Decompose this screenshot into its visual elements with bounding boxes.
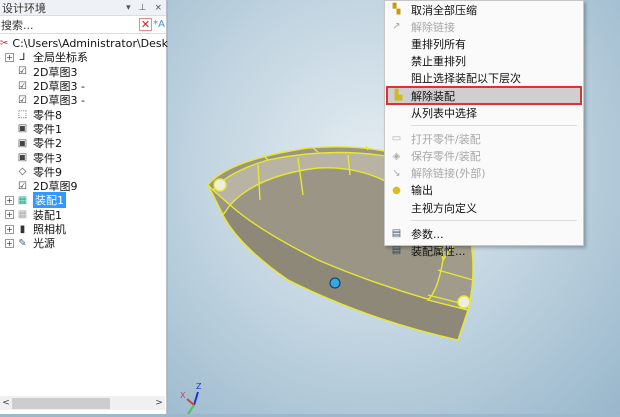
part-box-icon: ⬚ <box>17 109 28 121</box>
menu-item[interactable]: ▙ 解除装配 <box>386 85 582 106</box>
menu-separator <box>411 125 577 127</box>
unlink-external-icon: ↘ <box>392 167 401 179</box>
tree-item[interactable]: + ▦ 装配1 <box>0 192 166 209</box>
menu-item-label: 从列表中选择 <box>411 106 477 120</box>
menu-item[interactable]: ↘ 解除链接(外部) <box>385 165 583 182</box>
tree-item[interactable]: ☑ 2D草图3 - <box>0 79 166 93</box>
pivot-marker <box>329 277 341 289</box>
design-tree: ✂ C:\Users\Administrator\Desktop\ + ⅃ 全局坐标系 ☑… <box>0 34 190 251</box>
menu-item-label: 解除链接(外部) <box>411 167 486 181</box>
menu-separator <box>411 220 577 222</box>
menu-item-label: 输出 <box>411 184 433 198</box>
expand-icon[interactable]: + <box>5 238 14 248</box>
tree-item-label: 光源 <box>33 237 55 251</box>
menu-item-label: 打开零件/装配 <box>411 132 481 146</box>
sketch-icon: ☑ <box>18 66 27 78</box>
disassemble-icon: ▙ <box>394 89 403 101</box>
menu-item-label: 重排列所有 <box>411 37 466 51</box>
open-folder-icon: ▭ <box>391 133 402 145</box>
dropdown-icon[interactable]: ▾ <box>126 3 131 13</box>
sketch-icon: ☑ <box>18 94 27 106</box>
light-icon: ✎ <box>18 237 27 249</box>
menu-item-label: 阻止选择装配以下层次 <box>411 72 521 86</box>
menu-item[interactable]: ▤ 参数... <box>385 225 583 242</box>
part-icon: ▣ <box>17 137 28 149</box>
axis-z-label: Z <box>196 382 202 391</box>
axis-triad: Z X <box>180 382 202 415</box>
coordinate-system-icon: ⅃ <box>19 51 26 63</box>
tree-item[interactable]: ☑ 2D草图3 <box>0 65 166 79</box>
menu-item-label: 禁止重排列 <box>411 55 466 69</box>
scroll-left-icon[interactable]: < <box>0 398 12 408</box>
menu-item-label: 取消全部压缩 <box>411 3 477 17</box>
scroll-right-icon[interactable]: > <box>153 398 165 408</box>
tree-item[interactable]: ✂ C:\Users\Administrator\Desktop\ <box>0 36 190 50</box>
close-icon[interactable]: × <box>154 3 162 13</box>
part-icon: ▣ <box>17 152 28 164</box>
tree-item[interactable]: + ▮ 照相机 <box>0 222 166 236</box>
menu-item-label: 参数... <box>411 227 444 241</box>
clear-search-icon[interactable]: ✕ <box>139 18 152 31</box>
panel-title: 设计环境 <box>2 1 46 15</box>
menu-item-label: 保存零件/装配 <box>411 150 481 164</box>
assembly-gray-icon: ▦ <box>17 209 28 221</box>
tree-item[interactable]: + ⅃ 全局坐标系 <box>0 50 166 64</box>
tree-item[interactable]: ☑ 2D草图3 - <box>0 93 166 107</box>
assembly-icon: ▦ <box>17 194 28 206</box>
expand-icon[interactable]: + <box>5 224 14 234</box>
axis-x-label: X <box>180 391 186 400</box>
expand-icon[interactable]: + <box>5 195 14 205</box>
menu-item[interactable]: 重排列所有 <box>385 35 583 52</box>
tree-item[interactable]: ▣ 零件3 <box>0 150 166 165</box>
menu-item[interactable]: ▚ 取消全部压缩 <box>385 1 583 18</box>
context-menu: ▚ 取消全部压缩 ↗ 解除链接重排列所有禁止重排列阻止选择装配以下层次 ▙ 解除装配从列表… <box>384 0 584 258</box>
sketch-icon: ☑ <box>18 80 27 92</box>
panel-title-bar: 设计环境 ▾ ⊥ × <box>0 0 166 16</box>
menu-item[interactable]: ▤ 装配属性... <box>385 242 583 259</box>
menu-item[interactable]: 主视方向定义 <box>385 199 583 216</box>
assembly-root-icon: ✂ <box>0 37 9 49</box>
menu-item-label: 装配属性... <box>411 245 466 259</box>
expand-icon[interactable]: + <box>5 210 14 220</box>
tree-item[interactable]: ◇ 零件9 <box>0 165 166 179</box>
tree-item-label: C:\Users\Administrator\Desktop\ <box>12 36 190 50</box>
export-icon: ● <box>392 184 401 196</box>
menu-item-label: 解除装配 <box>411 89 455 103</box>
tree-item[interactable]: ☑ 2D草图9 <box>0 179 166 193</box>
menu-item[interactable]: 禁止重排列 <box>385 53 583 70</box>
sketch-icon: ☑ <box>18 180 27 192</box>
part-icon: ▣ <box>17 123 28 135</box>
horizontal-scrollbar[interactable]: < > <box>0 396 165 410</box>
tree-item[interactable]: + ▦ 装配1 <box>0 208 166 222</box>
expand-icon[interactable]: + <box>5 52 14 62</box>
tree-item[interactable]: ▣ 零件1 <box>0 122 166 136</box>
design-environment-panel: 设计环境 ▾ ⊥ × 搜索... ✕ *A ✂ C:\Users\Administ… <box>0 0 190 414</box>
parameters-icon: ▤ <box>391 228 402 240</box>
menu-item-label: 解除链接 <box>411 20 455 34</box>
part-diamond-icon: ◇ <box>18 166 27 178</box>
camera-icon: ▮ <box>19 223 26 235</box>
unlink-icon: ↗ <box>392 21 401 33</box>
filter-icon[interactable]: *A <box>152 19 166 30</box>
tree-item[interactable]: + ✎ 光源 <box>0 236 166 250</box>
pin-icon[interactable]: ⊥ <box>139 3 147 13</box>
menu-item[interactable]: ● 输出 <box>385 182 583 199</box>
properties-icon: ▤ <box>391 245 402 257</box>
menu-item[interactable]: 从列表中选择 <box>385 104 583 121</box>
search-bar: 搜索... ✕ *A <box>0 16 166 34</box>
unsuppress-icon: ▚ <box>392 4 401 15</box>
menu-item[interactable]: ▭ 打开零件/装配 <box>385 130 583 147</box>
menu-item[interactable]: ↗ 解除链接 <box>385 18 583 35</box>
search-input[interactable]: 搜索... <box>1 17 34 33</box>
menu-item[interactable]: 阻止选择装配以下层次 <box>385 70 583 87</box>
menu-item-label: 主视方向定义 <box>411 201 477 215</box>
tree-item[interactable]: ▣ 零件2 <box>0 136 166 150</box>
scrollbar-thumb[interactable] <box>12 397 110 409</box>
save-icon: ◈ <box>392 150 401 162</box>
menu-item[interactable]: ◈ 保存零件/装配 <box>385 148 583 165</box>
tree-item[interactable]: ⬚ 零件8 <box>0 107 166 122</box>
